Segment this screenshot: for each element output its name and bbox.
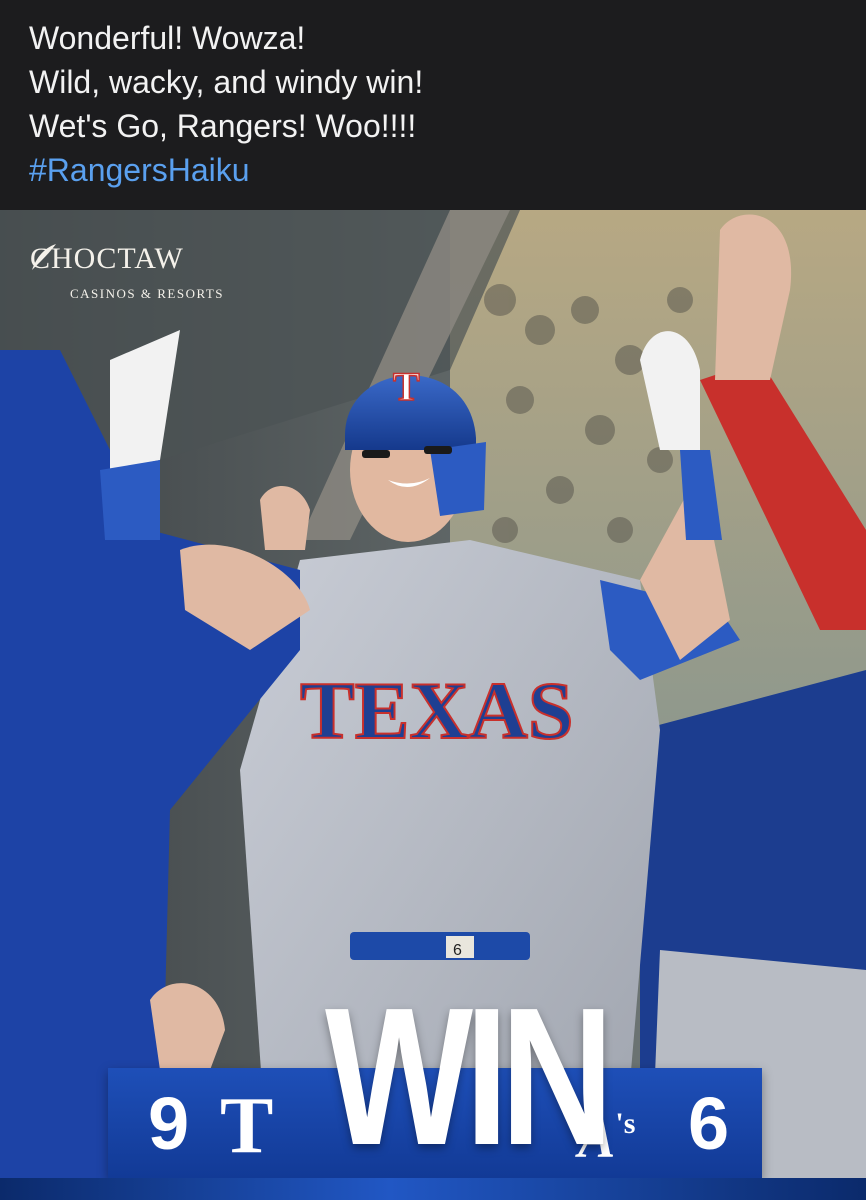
bottom-banner-strip: [0, 1178, 866, 1200]
eye-black-right: [424, 446, 452, 454]
wristband: [100, 460, 160, 540]
jersey-wordmark: TEXAS: [300, 665, 573, 756]
feather-icon: [32, 244, 56, 270]
rangers-logo-icon: T: [220, 1082, 274, 1170]
caption-line-2: Wild, wacky, and windy win!: [29, 64, 424, 100]
sponsor-logo: CHOCTAW CASINOS & RESORTS: [30, 242, 250, 312]
rangers-score: 9: [148, 1082, 190, 1165]
caption-line-3: Wet's Go, Rangers! Woo!!!!: [29, 108, 417, 144]
hashtag-link[interactable]: #RangersHaiku: [29, 148, 866, 192]
belt-number: 6: [453, 942, 462, 959]
post-image[interactable]: TEXAS 6 T CHOCTAW CASINOS & RESORTS 9 T …: [0, 210, 866, 1200]
eye-black-left: [362, 450, 390, 458]
player-belt: [350, 932, 530, 960]
athletics-score: 6: [688, 1082, 730, 1165]
helmet-logo: T: [393, 364, 420, 409]
post-caption: Wonderful! Wowza! Wild, wacky, and windy…: [0, 0, 866, 210]
win-headline: WIN: [325, 967, 614, 1186]
sponsor-tagline: CASINOS & RESORTS: [70, 286, 225, 301]
caption-line-1: Wonderful! Wowza!: [29, 20, 306, 56]
